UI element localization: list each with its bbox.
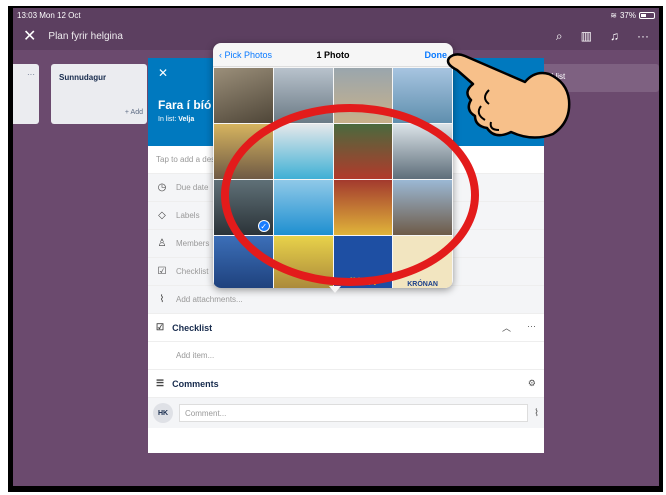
status-right: ≋ 37% [610, 11, 655, 20]
wifi-icon: ≋ [610, 10, 617, 20]
popover-arrow [329, 286, 341, 293]
attachments-label: Add attachments... [176, 295, 243, 304]
settings-icon[interactable]: ⚙ [528, 378, 536, 389]
add-item-input[interactable]: Add item... [148, 342, 544, 370]
list-menu-icon[interactable]: ··· [27, 70, 35, 79]
notifications-icon[interactable]: ♫ [610, 29, 619, 44]
kronan-sign: KRÓNAN [407, 281, 438, 288]
comment-bar: HK Comment... ⌇ [148, 398, 544, 428]
checkbox-icon: ☑ [157, 266, 167, 277]
clock-icon: ◷ [157, 182, 167, 193]
members-label: Members [176, 239, 210, 248]
list-name: Sunnudagur [59, 73, 107, 82]
checklist-section: ☑ Checklist ︿ ··· [148, 314, 544, 342]
in-list-name[interactable]: Velja [178, 116, 194, 123]
in-list-label: In list: [158, 116, 177, 123]
more-icon[interactable]: ··· [637, 29, 649, 44]
comment-input[interactable]: Comment... [179, 404, 529, 422]
annotation-red-ellipse [221, 104, 479, 286]
done-button[interactable]: Done [425, 50, 448, 60]
paperclip-icon: ⌇ [159, 294, 165, 305]
labels-label: Labels [176, 211, 200, 220]
paperclip-icon[interactable]: ⌇ [534, 408, 539, 419]
selected-count: 1 Photo [316, 49, 350, 60]
board-title: Plan fyrir helgina [48, 30, 123, 42]
board-view-icon[interactable]: ▥ [581, 29, 592, 44]
close-icon[interactable]: ✕ [23, 26, 36, 46]
picker-header: ‹ Pick Photos 1 Photo Done [213, 43, 453, 67]
checkbox-icon: ☑ [156, 322, 165, 332]
battery-icon [639, 11, 655, 19]
pointing-hand-icon [446, 53, 571, 139]
tag-icon: ◇ [158, 210, 166, 221]
status-bar: 13:03 Mon 12 Oct ≋ 37% [13, 8, 659, 22]
due-date-label: Due date [176, 183, 209, 192]
attachments-row[interactable]: ⌇ Add attachments... [148, 286, 544, 314]
comments-icon: ☰ [156, 378, 165, 388]
status-date: Mon 12 Oct [39, 10, 81, 20]
comments-section: ☰ Comments ⚙ [148, 370, 544, 398]
pick-photos-back-button[interactable]: ‹ Pick Photos [219, 50, 272, 60]
comments-section-title: Comments [172, 378, 219, 389]
person-icon: ♙ [157, 238, 167, 249]
checklist-section-title: Checklist [172, 322, 213, 333]
back-label: Pick Photos [224, 49, 273, 60]
add-card-button[interactable]: + Add [125, 109, 143, 116]
photo-tile[interactable] [214, 68, 273, 123]
status-time: 13:03 [17, 10, 38, 20]
collapse-icon[interactable]: ︿ [502, 321, 511, 334]
ipad-screen: 13:03 Mon 12 Oct ≋ 37% ✕ Plan fyrir helg… [13, 8, 659, 486]
more-icon[interactable]: ··· [527, 321, 536, 334]
board-list-sunnudagur: Sunnudagur + Add [51, 64, 147, 124]
board-list-partial: ··· [13, 64, 39, 124]
battery-percent: 37% [619, 10, 636, 20]
checklist-row-label: Checklist [176, 267, 209, 276]
avatar: HK [153, 403, 173, 423]
